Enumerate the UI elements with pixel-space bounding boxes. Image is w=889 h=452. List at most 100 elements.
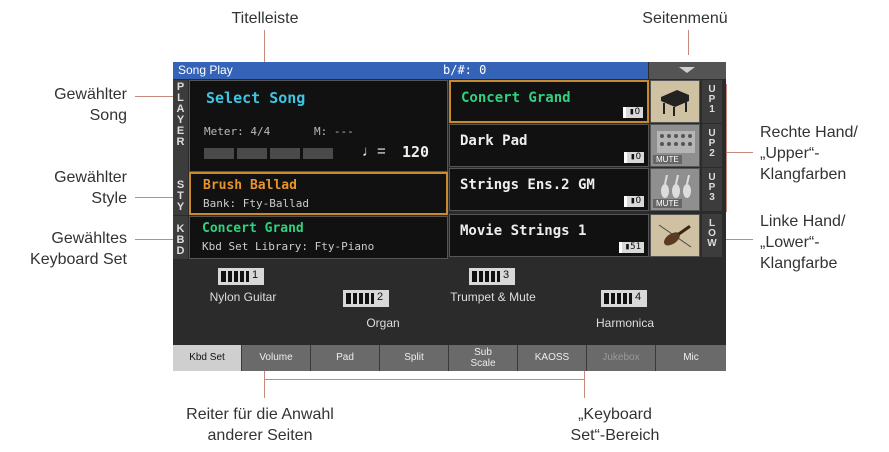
title-bar-title: Song Play (178, 63, 233, 77)
kbd-slot-2-number: 2 (377, 291, 384, 303)
callout-tabs: Reiter für die Anwahl anderer Seiten (150, 404, 370, 446)
callout-lower-line2: „Lower“- (760, 234, 820, 251)
page-menu-triangle-icon (679, 67, 695, 73)
tab-kaoss[interactable]: KAOSS (518, 345, 587, 371)
tab-kbd-set[interactable]: Kbd Set (173, 345, 242, 371)
upper1-tab[interactable]: U P 1 (702, 80, 722, 123)
callout-area-line2: Set“-Bereich (570, 427, 660, 444)
piano-icon[interactable] (650, 80, 700, 123)
keyboard-icon (346, 293, 374, 304)
callout-seitenmenue: Seitenmenü (610, 8, 760, 29)
synth-pad-icon[interactable]: MUTE (650, 124, 700, 167)
tab-split[interactable]: Split (380, 345, 449, 371)
kbdset-library: Kbd Set Library: Fty-Piano (202, 240, 375, 253)
kbd-slot-1-number: 1 (252, 269, 259, 281)
kbd-slot-3-button[interactable]: 3 (469, 268, 515, 285)
callout-tabs-line1: Reiter für die Anwahl (186, 406, 334, 423)
player-tab[interactable]: P L A Y E R (173, 80, 188, 172)
sound-lower-indicator: ▮51 (618, 242, 644, 253)
sound-upper3[interactable]: Strings Ens.2 GM ▮O (449, 168, 649, 211)
callout-seitenmenue-text: Seitenmenü (642, 10, 728, 27)
song-panel[interactable]: Select Song Meter: 4/4 M: --- ♩= 120 (189, 80, 448, 172)
keyboard-icon (472, 271, 500, 282)
callout-song-line1: Gewählter (54, 86, 127, 103)
sound-upper2[interactable]: Dark Pad ▮O (449, 124, 649, 167)
style-tab[interactable]: S T Y (173, 172, 188, 215)
leader-song (135, 96, 173, 97)
callout-style-line1: Gewählter (54, 169, 127, 186)
callout-song-line2: Song (89, 107, 127, 124)
lower-tab[interactable]: L O W (702, 214, 722, 257)
lower-tab-char: W (707, 238, 717, 249)
kbd-tab-char: D (176, 245, 185, 257)
callout-style: Gewählter Style (10, 167, 127, 209)
kbd-slot-4-number: 4 (635, 291, 642, 303)
keyboard-icon (221, 271, 249, 282)
style-name: Brush Ballad (203, 178, 297, 193)
page-menu-button[interactable] (649, 62, 726, 79)
kbd-tab[interactable]: K B D (173, 216, 188, 259)
callout-titelleiste: Titelleiste (190, 8, 340, 29)
callout-titelleiste-text: Titelleiste (231, 10, 299, 27)
callout-kbdset: Gewähltes Keyboard Set (0, 228, 127, 270)
sound-lower[interactable]: Movie Strings 1 ▮51 (449, 214, 649, 257)
tab-volume[interactable]: Volume (242, 345, 311, 371)
callout-upper-line1: Rechte Hand/ (760, 124, 858, 141)
kbd-slot-4-button[interactable]: 4 (601, 290, 647, 307)
leader-upper-bracket (726, 84, 727, 212)
sound-upper1[interactable]: Concert Grand ▮O (449, 80, 649, 123)
measure-value: M: --- (314, 125, 354, 138)
meter-value: Meter: 4/4 (204, 125, 271, 138)
kbd-slot-1-button[interactable]: 1 (218, 268, 264, 285)
kbd-slot-2-button[interactable]: 2 (343, 290, 389, 307)
page-tabs: Kbd Set Volume Pad Split Sub Scale KAOSS… (173, 345, 726, 371)
callout-tabs-line2: anderer Seiten (207, 427, 313, 444)
leader-lower (726, 239, 753, 240)
kbd-slot-3-number: 3 (503, 269, 510, 281)
kbdset-name: Concert Grand (202, 221, 304, 236)
upper3-tab[interactable]: U P 3 (702, 168, 722, 211)
leader-area (584, 371, 585, 398)
callout-song: Gewählter Song (10, 84, 127, 126)
title-bar-key: b/#: 0 (443, 63, 487, 77)
leader-upper (726, 152, 753, 153)
callout-kbdset-line1: Gewähltes (51, 230, 127, 247)
tab-sub-scale[interactable]: Sub Scale (449, 345, 518, 371)
mute-badge: MUTE (653, 199, 682, 208)
sound-upper1-indicator: ▮O (623, 107, 643, 118)
violins-icon[interactable]: MUTE (650, 168, 700, 211)
keyboard-icon (604, 293, 632, 304)
leader-seitenmenue (688, 30, 689, 55)
style-bank: Bank: Fty-Ballad (203, 197, 309, 210)
callout-area: „Keyboard Set“-Bereich (540, 404, 690, 446)
mute-badge: MUTE (653, 155, 682, 164)
kbdset-panel[interactable]: Concert Grand Kbd Set Library: Fty-Piano (189, 216, 448, 259)
tab-pad[interactable]: Pad (311, 345, 380, 371)
kbd-slot-1-name: Nylon Guitar (209, 290, 277, 304)
callout-upper: Rechte Hand/ „Upper“- Klangfarben (760, 122, 885, 185)
callout-upper-line2: „Upper“- (760, 145, 820, 162)
callout-kbdset-line2: Keyboard Set (30, 251, 127, 268)
leader-tabs-bracket (264, 379, 584, 380)
tab-mic[interactable]: Mic (656, 345, 726, 371)
song-name: Select Song (206, 89, 306, 107)
instrument-screen: Song Play b/#: 0 P L A Y E R Select Song… (173, 62, 726, 371)
style-panel[interactable]: Brush Ballad Bank: Fty-Ballad (189, 172, 448, 215)
title-bar: Song Play b/#: 0 (173, 62, 648, 79)
callout-lower-line1: Linke Hand/ (760, 213, 846, 230)
sound-upper2-name: Dark Pad (460, 133, 528, 149)
tab-jukebox[interactable]: Jukebox (587, 345, 656, 371)
leader-style (135, 197, 173, 198)
leader-titelleiste (264, 30, 265, 62)
upper2-tab[interactable]: U P 2 (702, 124, 722, 167)
sound-upper2-indicator: ▮O (624, 152, 644, 163)
sound-upper3-indicator: ▮O (624, 196, 644, 207)
tempo-value: 120 (402, 143, 430, 161)
upper1-tab-char: 1 (709, 104, 715, 115)
violin-icon[interactable] (650, 214, 700, 257)
sound-lower-name: Movie Strings 1 (460, 223, 587, 239)
style-tab-char: Y (176, 201, 185, 213)
callout-upper-line3: Klangfarben (760, 166, 847, 183)
sound-upper1-name: Concert Grand (461, 90, 571, 106)
song-progress-bar (204, 148, 334, 159)
